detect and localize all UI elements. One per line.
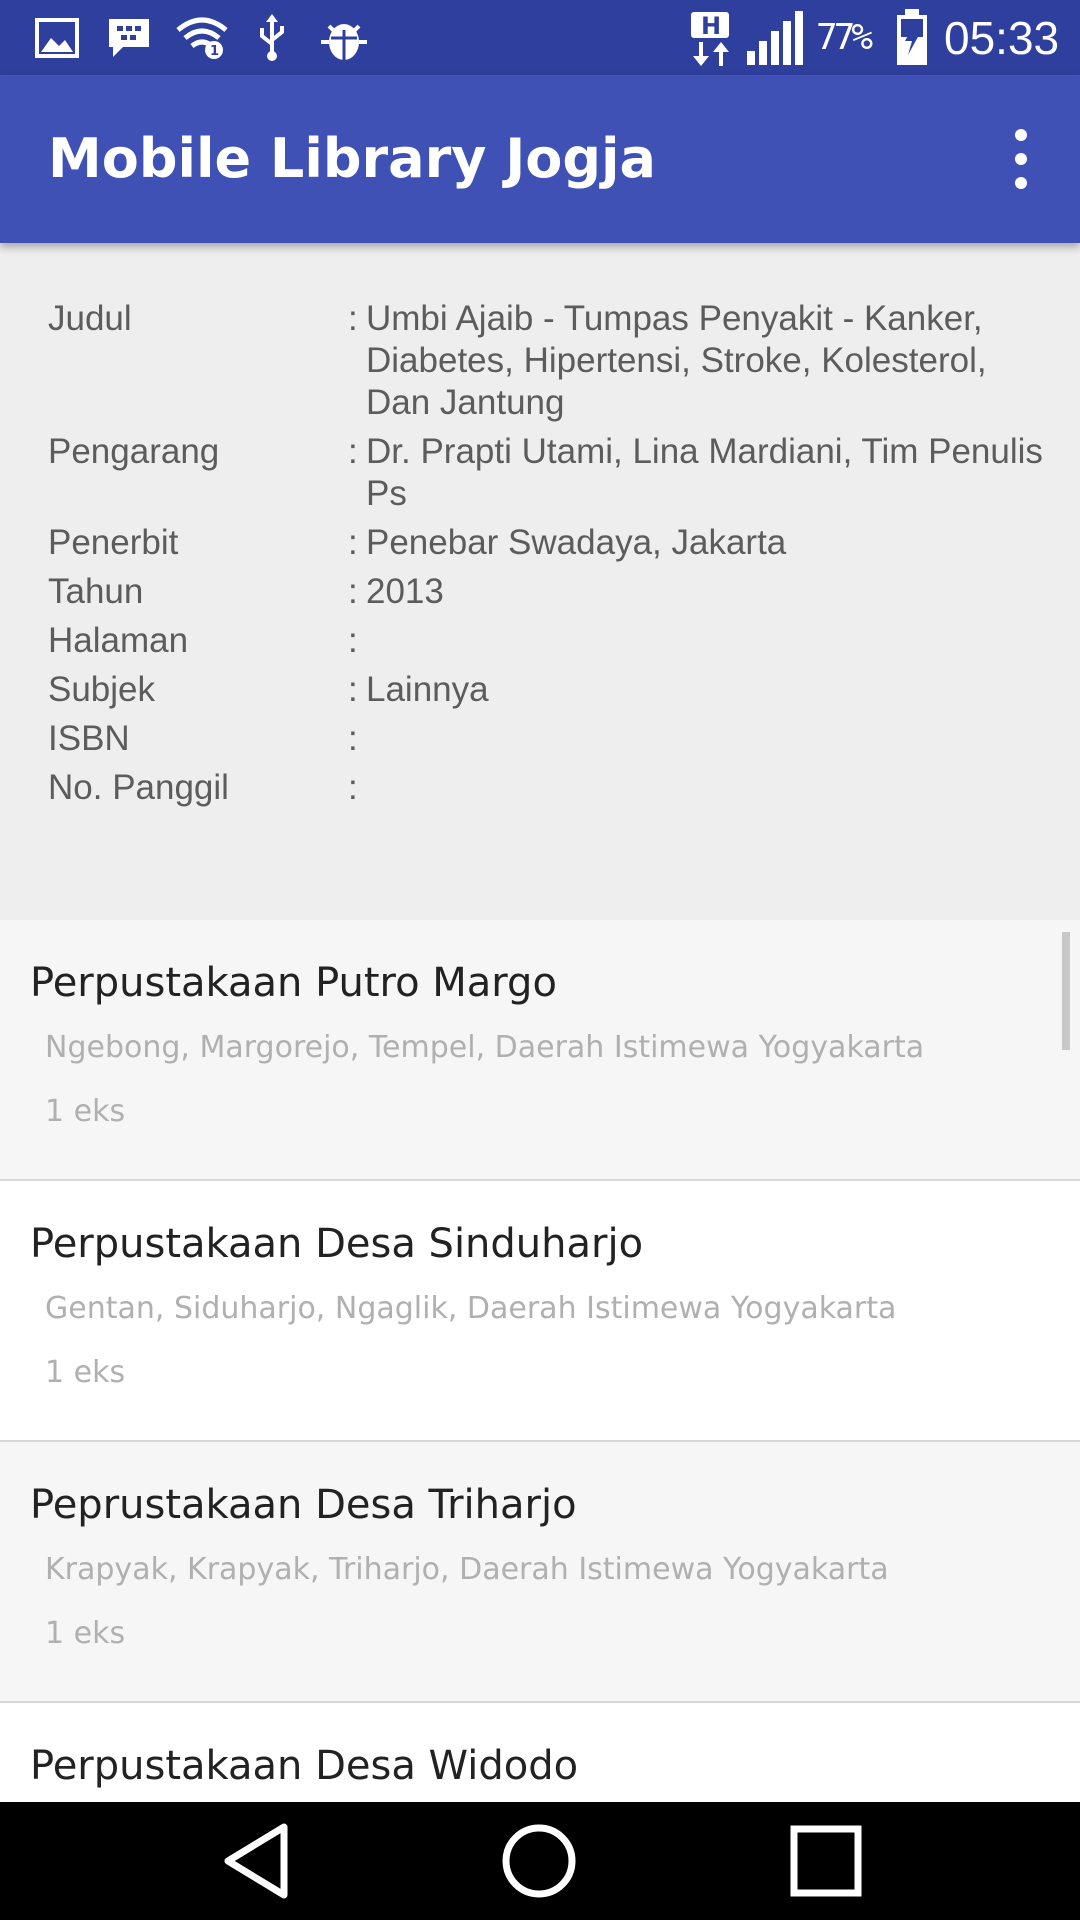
detail-separator: : bbox=[348, 299, 358, 338]
svg-text:H: H bbox=[701, 12, 721, 40]
library-name: Peprustakaan Desa Triharjo bbox=[30, 1482, 577, 1528]
overflow-menu-icon[interactable] bbox=[996, 129, 1046, 189]
detail-value: Penebar Swadaya, Jakarta bbox=[366, 523, 787, 562]
detail-separator: : bbox=[348, 572, 358, 611]
recents-icon[interactable] bbox=[756, 1802, 896, 1920]
library-list-item[interactable]: Perpustakaan Desa Sinduharjo Gentan, Sid… bbox=[0, 1181, 1080, 1442]
detail-label: Halaman bbox=[48, 621, 189, 660]
battery-icon bbox=[894, 9, 930, 66]
library-list-item[interactable]: Peprustakaan Desa Triharjo Krapyak, Krap… bbox=[0, 1442, 1080, 1703]
detail-separator: : bbox=[348, 432, 358, 471]
wifi-icon: 1 bbox=[174, 10, 230, 66]
detail-separator: : bbox=[348, 670, 358, 709]
app-title: Mobile Library Jogja bbox=[48, 127, 657, 190]
detail-label: Penerbit bbox=[48, 523, 179, 562]
signal-icon bbox=[744, 10, 806, 66]
gallery-icon bbox=[34, 10, 80, 66]
bug-icon bbox=[318, 10, 370, 66]
back-icon[interactable] bbox=[186, 1802, 326, 1920]
detail-label: No. Panggil bbox=[48, 768, 229, 807]
library-copy-count: 1 eks bbox=[45, 1355, 126, 1390]
battery-percent: 77% bbox=[816, 17, 873, 58]
library-copy-count: 1 eks bbox=[45, 1094, 126, 1129]
library-address: Ngebong, Margorejo, Tempel, Daerah Istim… bbox=[45, 1030, 925, 1065]
library-name: Perpustakaan Putro Margo bbox=[30, 960, 557, 1006]
detail-value: 2013 bbox=[366, 572, 444, 611]
home-icon[interactable] bbox=[469, 1802, 609, 1920]
detail-value: Umbi Ajaib - Tumpas Penyakit - Kanker, D… bbox=[366, 299, 987, 422]
library-address: Gentan, Siduharjo, Ngaglik, Daerah Istim… bbox=[45, 1291, 897, 1326]
scrollbar[interactable] bbox=[1062, 932, 1070, 1050]
network-h-icon: H bbox=[686, 10, 734, 66]
detail-separator: : bbox=[348, 719, 358, 758]
detail-separator: : bbox=[348, 523, 358, 562]
library-address: Krapyak, Krapyak, Triharjo, Daerah Istim… bbox=[45, 1552, 889, 1587]
app-bar: Mobile Library Jogja bbox=[0, 75, 1080, 243]
book-detail: Judul : Umbi Ajaib - Tumpas Penyakit - K… bbox=[0, 243, 1080, 920]
bbm-icon bbox=[106, 10, 152, 66]
detail-label: Subjek bbox=[48, 670, 156, 709]
status-bar: 1 H 77% 05:33 bbox=[0, 0, 1080, 75]
library-list-item[interactable]: Perpustakaan Desa Widodo bbox=[0, 1703, 1080, 1802]
usb-icon bbox=[252, 10, 292, 66]
library-name: Perpustakaan Desa Sinduharjo bbox=[30, 1221, 644, 1267]
detail-value: Lainnya bbox=[366, 670, 489, 709]
detail-label: Judul bbox=[48, 299, 132, 338]
detail-separator: : bbox=[348, 768, 358, 807]
detail-label: Pengarang bbox=[48, 432, 220, 471]
svg-text:1: 1 bbox=[210, 44, 219, 59]
clock: 05:33 bbox=[944, 12, 1060, 64]
navigation-bar bbox=[0, 1802, 1080, 1920]
detail-value: Dr. Prapti Utami, Lina Mardiani, Tim Pen… bbox=[366, 432, 1043, 513]
library-list[interactable]: Perpustakaan Putro Margo Ngebong, Margor… bbox=[0, 920, 1080, 1802]
library-name: Perpustakaan Desa Widodo bbox=[30, 1743, 579, 1789]
detail-separator: : bbox=[348, 621, 358, 660]
library-copy-count: 1 eks bbox=[45, 1616, 126, 1651]
library-list-item[interactable]: Perpustakaan Putro Margo Ngebong, Margor… bbox=[0, 920, 1080, 1181]
detail-label: Tahun bbox=[48, 572, 144, 611]
detail-label: ISBN bbox=[48, 719, 130, 758]
